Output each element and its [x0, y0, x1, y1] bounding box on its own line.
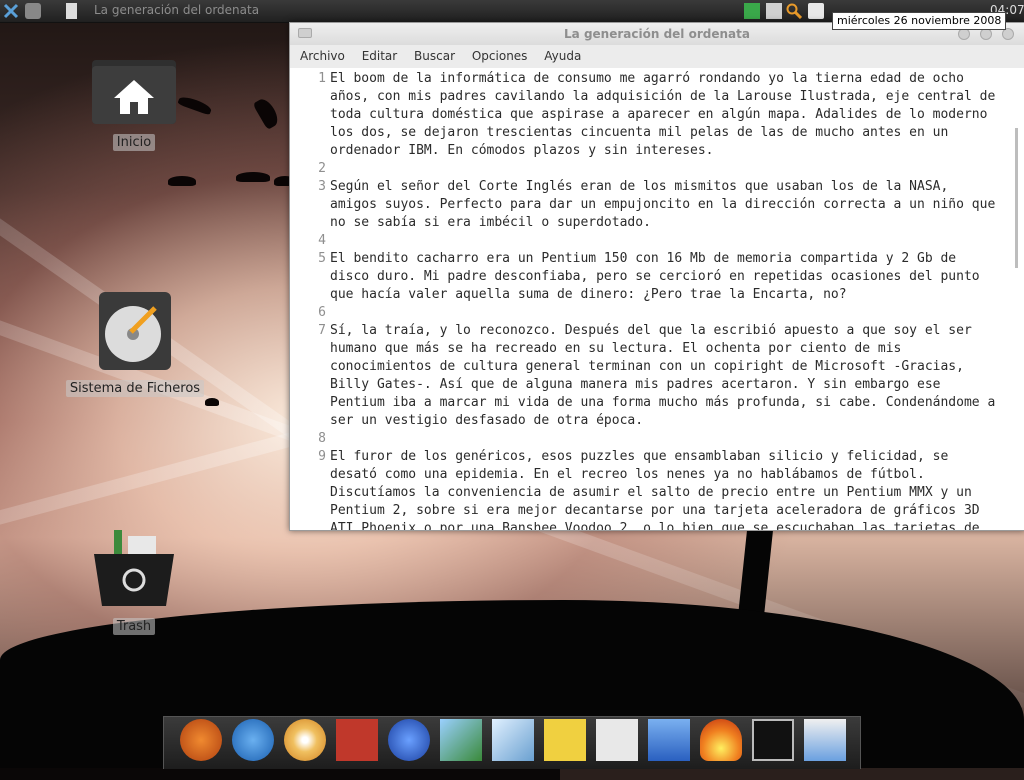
- text-line: 5 El bendito cacharro era un Pentium 150 …: [290, 250, 1024, 304]
- line-text: El furor de los genéricos, esos puzzles …: [330, 449, 988, 530]
- download-icon[interactable]: [648, 719, 690, 761]
- firefox-icon[interactable]: [180, 719, 222, 761]
- vertical-scrollbar[interactable]: [1015, 128, 1018, 268]
- text-line: 6: [290, 304, 1024, 322]
- terminal-icon[interactable]: [752, 719, 794, 761]
- top-panel: La generación del ordenata 04:07 miércol…: [0, 0, 1024, 30]
- text-editor-icon[interactable]: [492, 719, 534, 761]
- editor-menubar: Archivo Editar Buscar Opciones Ayuda: [290, 45, 1024, 67]
- menu-archivo[interactable]: Archivo: [300, 49, 345, 63]
- line-text: [330, 304, 1000, 322]
- dictionary-icon[interactable]: [596, 719, 638, 761]
- home-folder-icon: [92, 60, 176, 124]
- text-line: 1 El boom de la informática de consumo me…: [290, 70, 1024, 160]
- desktop-icon-home[interactable]: Inicio: [84, 52, 184, 151]
- line-text: Según el señor del Corte Inglés eran de …: [330, 179, 1004, 230]
- line-number: 5: [318, 251, 326, 266]
- line-text: [330, 232, 1000, 250]
- text-line: 9 El furor de los genéricos, esos puzzles…: [290, 448, 1024, 530]
- desktop-icon-filesystem[interactable]: Sistema de Ficheros: [60, 288, 210, 397]
- line-text: El boom de la informática de consumo me …: [330, 71, 1004, 158]
- desktop-icon-label: Trash: [112, 618, 156, 635]
- music-player-icon[interactable]: [804, 719, 846, 761]
- line-number: 8: [318, 431, 326, 446]
- image-viewer-icon[interactable]: [440, 719, 482, 761]
- media-player-icon[interactable]: [388, 719, 430, 761]
- desktop-icon-label: Inicio: [112, 134, 156, 151]
- desktop-icon-label: Sistema de Ficheros: [65, 380, 205, 397]
- line-number: 7: [318, 323, 326, 338]
- clock-tooltip: miércoles 26 noviembre 2008: [832, 12, 1007, 30]
- taskbar-window-title[interactable]: La generación del ordenata: [94, 3, 259, 17]
- rss-icon[interactable]: [808, 3, 824, 19]
- window-title: La generación del ordenata: [564, 27, 750, 41]
- mail-icon[interactable]: [766, 3, 782, 19]
- application-dock: [163, 716, 861, 769]
- line-number: 4: [318, 233, 326, 248]
- text-line: 4: [290, 232, 1024, 250]
- line-number: 3: [318, 179, 326, 194]
- line-text: [330, 160, 1000, 178]
- line-text: [330, 430, 1000, 448]
- text-line: 2: [290, 160, 1024, 178]
- flame-icon[interactable]: [700, 719, 742, 761]
- check-icon[interactable]: [744, 3, 760, 19]
- line-number: 9: [318, 449, 326, 464]
- trash-bin-icon: [94, 530, 174, 606]
- hard-drive-icon: [99, 292, 171, 370]
- text-editor-window[interactable]: La generación del ordenata Archivo Edita…: [289, 22, 1024, 531]
- disc-burner-icon[interactable]: [284, 719, 326, 761]
- desktop-icon-trash[interactable]: Trash: [84, 530, 184, 635]
- x-menu-icon[interactable]: [3, 3, 19, 19]
- line-text: Sí, la traía, y lo reconozco. Después de…: [330, 323, 1004, 428]
- notes-icon[interactable]: [544, 719, 586, 761]
- text-line: 8: [290, 430, 1024, 448]
- menu-opciones[interactable]: Opciones: [472, 49, 528, 63]
- text-line: 7 Sí, la traía, y lo reconozco. Después d…: [290, 322, 1024, 430]
- search-icon[interactable]: [786, 3, 802, 19]
- line-text: El bendito cacharro era un Pentium 150 c…: [330, 251, 988, 302]
- line-number: 1: [318, 71, 326, 86]
- menu-ayuda[interactable]: Ayuda: [544, 49, 581, 63]
- line-number: 2: [318, 161, 326, 176]
- line-number: 6: [318, 305, 326, 320]
- text-line: 3 Según el señor del Corte Inglés eran de…: [290, 178, 1024, 232]
- menu-buscar[interactable]: Buscar: [414, 49, 455, 63]
- editor-text-area[interactable]: 1 El boom de la informática de consumo me…: [290, 68, 1024, 530]
- window-menu-icon[interactable]: [298, 28, 312, 38]
- window-list-icon[interactable]: [25, 3, 41, 19]
- thunderbird-icon[interactable]: [232, 719, 274, 761]
- system-monitor-icon[interactable]: [336, 719, 378, 761]
- document-icon: [66, 3, 77, 19]
- menu-editar[interactable]: Editar: [362, 49, 398, 63]
